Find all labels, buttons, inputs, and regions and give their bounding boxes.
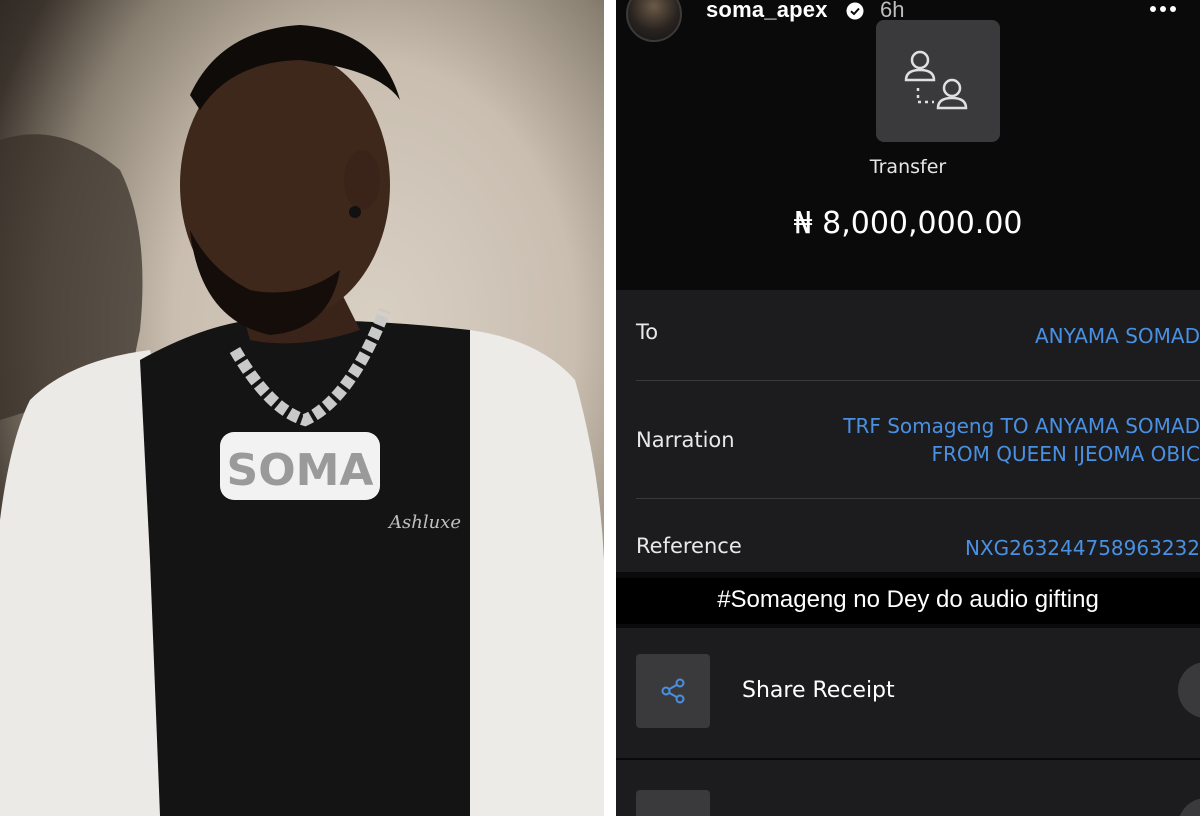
transfer-amount: ₦ 8,000,000.00 [793,206,1023,241]
username[interactable]: soma_apex [706,0,828,23]
secondary-action-icon [636,790,710,816]
chevron-right-icon [1178,662,1200,718]
reference-label: Reference [636,534,742,558]
share-icon [661,678,685,704]
transfer-users-icon [904,50,968,110]
share-receipt-label: Share Receipt [742,678,895,703]
jacket-right [455,330,604,816]
transaction-details: To ANYAMA SOMAD Narration TRF Somageng T… [616,290,1200,572]
to-label: To [636,320,659,344]
transaction-type: Transfer [869,156,947,178]
photo-panel: SOMA Ashluxe [0,0,604,816]
narration-value-line2: FROM QUEEN IJEOMA OBIC [931,442,1200,466]
avatar[interactable] [626,0,682,42]
reference-value[interactable]: NXG263244758963232 [965,534,1200,562]
portrait-photo: SOMA Ashluxe [0,25,604,816]
receipt-panel: soma_apex 6h Transfer ₦ 8,000,000.00 To … [616,0,1200,816]
row-divider [636,380,1200,381]
share-receipt-button[interactable]: Share Receipt [616,628,1200,758]
to-value: ANYAMA SOMAD [1034,324,1200,348]
black-shirt [140,318,470,816]
more-options-icon[interactable] [1148,2,1178,16]
narration-label: Narration [636,428,735,452]
story-caption: #Somageng no Dey do audio gifting [717,586,1099,613]
row-divider [636,498,1200,499]
secondary-action-row[interactable] [616,760,1200,816]
transfer-type-tile [876,20,1000,142]
chevron-right-icon [1178,798,1200,816]
verified-badge-icon [846,2,864,20]
narration-value-line1: TRF Somageng TO ANYAMA SOMAD [843,414,1200,438]
necklace-text: SOMA [227,445,374,496]
shirt-logo-text: Ashluxe [387,512,461,533]
panel-divider [604,0,616,816]
share-icon-box [636,654,710,728]
